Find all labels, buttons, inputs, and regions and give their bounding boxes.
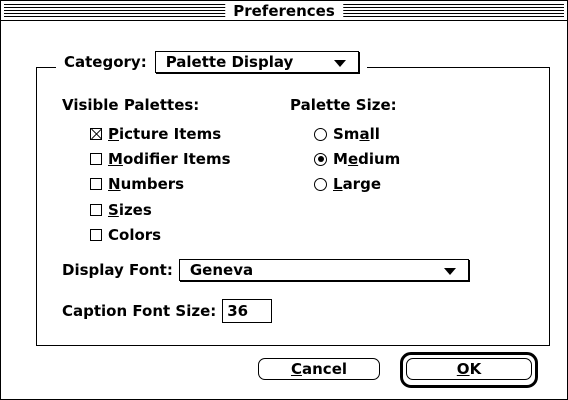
checkbox-colors[interactable]: Colors [90, 225, 161, 245]
ok-button[interactable]: OK [406, 358, 532, 380]
checkbox-numbers[interactable]: Numbers [90, 174, 184, 194]
checkbox-label: Colors [108, 226, 162, 244]
caption-font-size-value: 36 [227, 302, 249, 320]
checkbox-label: Numbers [108, 175, 185, 193]
checkbox-picture-items[interactable]: Picture Items [90, 124, 221, 144]
label-rest: izes [118, 201, 152, 219]
popup-arrow-icon [443, 268, 456, 275]
label-rest: odifier Items [122, 150, 231, 168]
caption-font-size-label: Caption Font Size: [62, 302, 217, 320]
cancel-button-label: Cancel [290, 360, 348, 378]
category-label: Category: [64, 53, 147, 71]
checkbox-label: Picture Items [108, 125, 222, 143]
display-font-label: Display Font: [62, 261, 173, 279]
radio-selected-icon[interactable] [314, 152, 327, 166]
radio-icon[interactable] [314, 177, 327, 191]
ok-button-label: OK [456, 360, 482, 378]
display-font-row: Display Font: Geneva [62, 259, 469, 281]
caption-font-size-row: Caption Font Size: 36 [62, 299, 273, 323]
palette-size-heading: Palette Size: [290, 96, 397, 114]
label-rest: umbers [120, 175, 185, 193]
radio-label: Large [333, 175, 381, 193]
visible-palettes-heading: Visible Palettes: [62, 96, 200, 114]
checkbox-icon[interactable] [90, 178, 102, 190]
checkbox-icon[interactable] [90, 204, 102, 216]
checkbox-sizes[interactable]: Sizes [90, 200, 152, 220]
checkbox-icon[interactable] [90, 153, 102, 165]
checkbox-label: Modifier Items [108, 150, 231, 168]
checkbox-label: Sizes [108, 201, 152, 219]
category-popup[interactable]: Palette Display [154, 51, 359, 73]
title-bar[interactable]: Preferences [1, 1, 567, 21]
radio-label: Medium [333, 150, 401, 168]
window-title: Preferences [225, 2, 343, 20]
radio-large[interactable]: Large [314, 174, 381, 194]
radio-icon[interactable] [314, 127, 327, 141]
cancel-button[interactable]: Cancel [258, 358, 380, 380]
radio-small[interactable]: Small [314, 124, 380, 144]
caption-font-size-field[interactable]: 36 [222, 299, 273, 323]
display-font-popup[interactable]: Geneva [178, 259, 469, 281]
radio-medium[interactable]: Medium [314, 149, 400, 169]
checkbox-checked-icon[interactable] [90, 128, 102, 140]
display-font-value: Geneva [189, 261, 254, 279]
label-rest: icture Items [119, 125, 222, 143]
category-row: Category: Palette Display [56, 49, 367, 75]
checkbox-icon[interactable] [90, 229, 102, 241]
radio-label: Small [333, 125, 380, 143]
popup-arrow-icon [333, 60, 346, 67]
checkbox-modifier-items[interactable]: Modifier Items [90, 149, 231, 169]
category-popup-value: Palette Display [165, 53, 294, 71]
